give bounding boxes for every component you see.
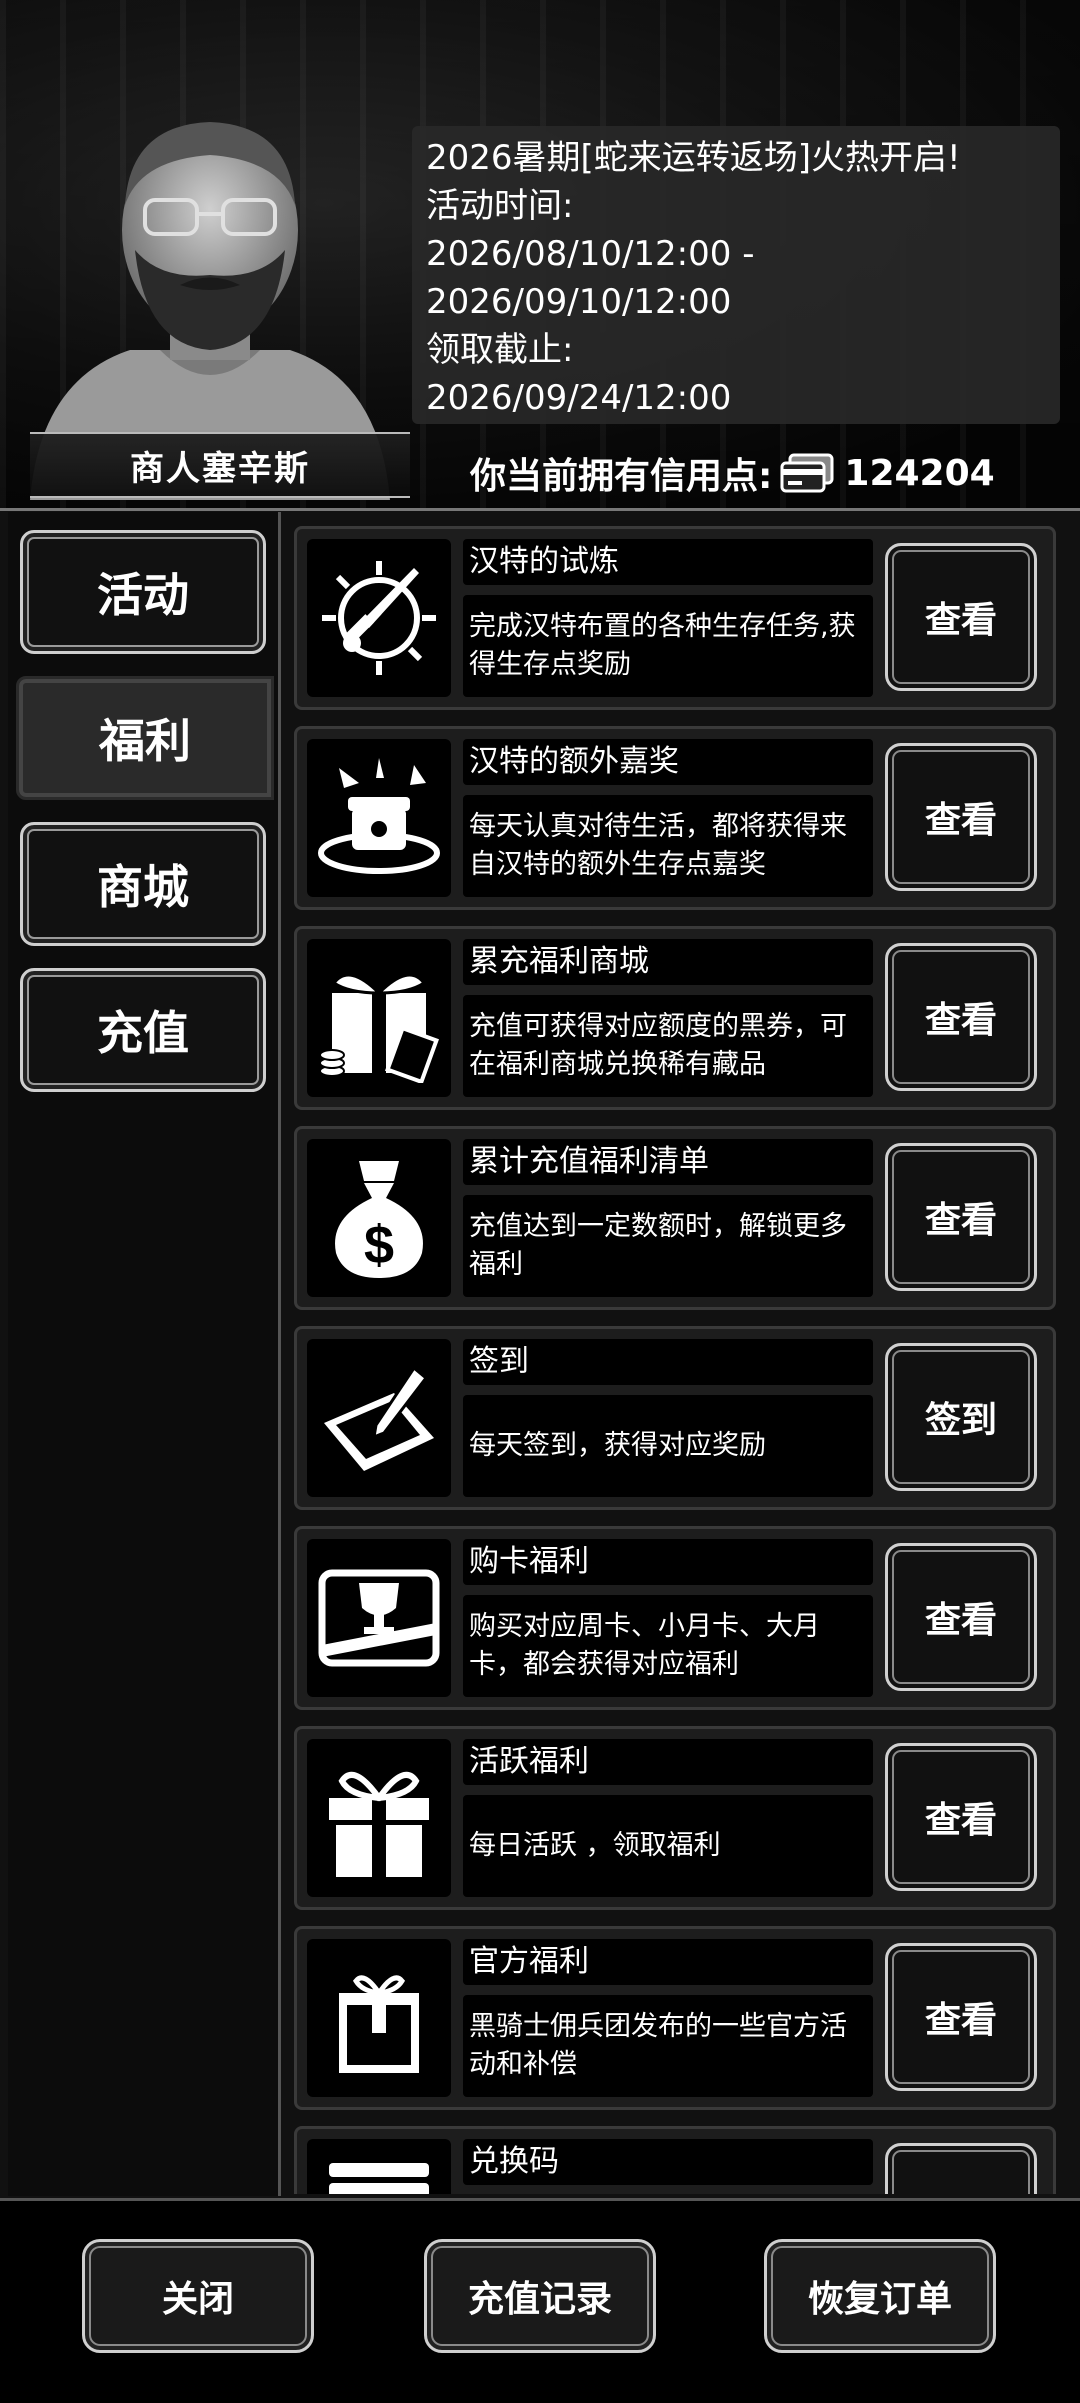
gift-box-icon [307, 1739, 451, 1897]
view-button[interactable]: 查看 [885, 1743, 1037, 1891]
close-button[interactable]: 关闭 [82, 2239, 314, 2353]
credits-value: 124204 [844, 452, 995, 494]
tablet-pen-icon [307, 1339, 451, 1497]
gift-coins-icon [307, 939, 451, 1097]
list-item: 购卡福利 购买对应周卡、小月卡、大月卡，都会获得对应福利 查看 [294, 1526, 1056, 1710]
merchant-name-plate: 商人塞辛斯 [30, 432, 410, 498]
item-title: 购卡福利 [463, 1539, 873, 1585]
item-title: 汉特的额外嘉奖 [463, 739, 873, 785]
item-description: 完成汉特布置的各种生存任务,获得生存点奖励 [463, 595, 873, 697]
category-sidebar: 活动 福利 商城 充值 [8, 512, 281, 2196]
event-announcement: 2026暑期[蛇来运转返场]火热开启! 活动时间: 2026/08/10/12:… [412, 126, 1060, 424]
credits-label: 你当前拥有信用点: [470, 456, 773, 497]
list-item: 兑换码 [294, 2126, 1056, 2194]
nav-tab-recharge[interactable]: 充值 [20, 968, 266, 1092]
sign-in-button[interactable]: 签到 [885, 1343, 1037, 1491]
item-title: 活跃福利 [463, 1739, 873, 1785]
svg-text:$: $ [364, 1215, 394, 1275]
view-button[interactable]: 查看 [885, 743, 1037, 891]
item-description: 每日活跃 ，领取福利 [463, 1795, 873, 1897]
item-title: 兑换码 [463, 2139, 873, 2185]
announcement-line: 2026暑期[蛇来运转返场]火热开启! [426, 138, 961, 178]
item-description: 每天认真对待生活，都将获得来自汉特的额外生存点嘉奖 [463, 795, 873, 897]
bottom-bar: 关闭 充值记录 恢复订单 [0, 2198, 1080, 2403]
sword-sun-icon [307, 539, 451, 697]
credits-display: 你当前拥有信用点: 124204 [470, 444, 995, 502]
item-title: 累计充值福利清单 [463, 1139, 873, 1185]
view-button[interactable]: 查看 [885, 1943, 1037, 2091]
credit-card-icon [780, 453, 834, 493]
item-title: 签到 [463, 1339, 873, 1385]
package-icon [307, 1939, 451, 2097]
item-description: 每天签到，获得对应奖励 [463, 1395, 873, 1497]
announcement-line: 活动时间: [426, 186, 574, 226]
nav-tab-welfare[interactable]: 福利 [16, 676, 274, 800]
item-title: 官方福利 [463, 1939, 873, 1985]
recharge-history-button[interactable]: 充值记录 [424, 2239, 656, 2353]
announcement-line: 2026/09/24/12:00 [426, 378, 732, 418]
list-item: 活跃福利 每日活跃 ，领取福利 查看 [294, 1726, 1056, 1910]
view-button[interactable] [885, 2143, 1037, 2194]
trophy-card-icon [307, 1539, 451, 1697]
item-description: 购买对应周卡、小月卡、大月卡，都会获得对应福利 [463, 1595, 873, 1697]
item-title: 累充福利商城 [463, 939, 873, 985]
nav-tab-shop[interactable]: 商城 [20, 822, 266, 946]
nav-tab-activity[interactable]: 活动 [20, 530, 266, 654]
list-item: 官方福利 黑骑士佣兵团发布的一些官方活动和补偿 查看 [294, 1926, 1056, 2110]
view-button[interactable]: 查看 [885, 943, 1037, 1091]
announcement-line: 领取截止: [426, 330, 574, 370]
item-description: 充值可获得对应额度的黑券，可在福利商城兑换稀有藏品 [463, 995, 873, 1097]
item-description: 充值达到一定数额时，解锁更多福利 [463, 1195, 873, 1297]
welfare-list[interactable]: 汉特的试炼 完成汉特布置的各种生存任务,获得生存点奖励 查看 汉特的额外嘉奖 每… [288, 518, 1068, 2194]
view-button[interactable]: 查看 [885, 543, 1037, 691]
list-item: $ 累计充值福利清单 充值达到一定数额时，解锁更多福利 查看 [294, 1126, 1056, 1310]
stack-icon [307, 2139, 451, 2194]
treasure-chest-icon [307, 739, 451, 897]
list-item: 汉特的额外嘉奖 每天认真对待生活，都将获得来自汉特的额外生存点嘉奖 查看 [294, 726, 1056, 910]
restore-orders-button[interactable]: 恢复订单 [764, 2239, 996, 2353]
item-title: 汉特的试炼 [463, 539, 873, 585]
merchant-header: 商人塞辛斯 2026暑期[蛇来运转返场]火热开启! 活动时间: 2026/08/… [0, 0, 1080, 508]
money-bag-icon: $ [307, 1139, 451, 1297]
announcement-line: 2026/08/10/12:00 - [426, 234, 755, 274]
view-button[interactable]: 查看 [885, 1543, 1037, 1691]
announcement-line: 2026/09/10/12:00 [426, 282, 732, 322]
list-item: 累充福利商城 充值可获得对应额度的黑券，可在福利商城兑换稀有藏品 查看 [294, 926, 1056, 1110]
list-item: 汉特的试炼 完成汉特布置的各种生存任务,获得生存点奖励 查看 [294, 526, 1056, 710]
item-description: 黑骑士佣兵团发布的一些官方活动和补偿 [463, 1995, 873, 2097]
view-button[interactable]: 查看 [885, 1143, 1037, 1291]
list-item: 签到 每天签到，获得对应奖励 签到 [294, 1326, 1056, 1510]
